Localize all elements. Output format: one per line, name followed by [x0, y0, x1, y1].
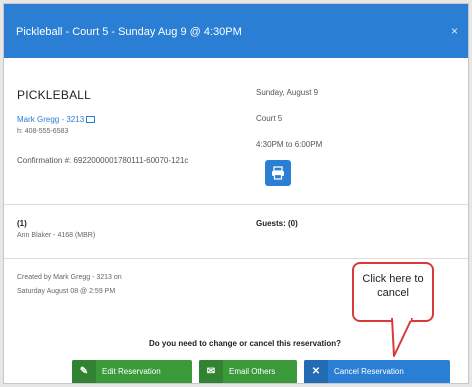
created-by: Created by Mark Gregg - 3213 on — [17, 274, 122, 281]
email-icon[interactable] — [86, 116, 96, 124]
reservation-court: Court 5 — [256, 114, 283, 123]
reservation-date: Sunday, August 9 — [256, 88, 319, 97]
x-icon: ✕ — [304, 360, 328, 383]
guests-label: Guests: (0) — [256, 219, 298, 228]
callout-line-1: Click here to — [362, 273, 424, 285]
participant-member: Ann Blaker - 4168 (MBR) — [17, 232, 96, 239]
owner-link[interactable]: Mark Gregg - 3213 — [17, 115, 96, 124]
cancel-callout: Click here to cancel — [352, 262, 434, 322]
callout-pointer — [391, 318, 413, 357]
close-icon[interactable]: × — [451, 24, 458, 38]
confirmation-number: Confirmation #: 6922000001780111-60070-1… — [17, 156, 189, 165]
reservation-time: 4:30PM to 6:00PM — [256, 140, 323, 149]
envelope-icon: ✉ — [199, 360, 223, 383]
edit-reservation-label: Edit Reservation — [102, 367, 161, 376]
cancel-reservation-button[interactable]: ✕ Cancel Reservation — [304, 360, 450, 383]
pencil-icon: ✎ — [72, 360, 96, 383]
reservation-name: PICKLEBALL — [17, 88, 92, 102]
created-date: Saturday August 08 @ 2:59 PM — [17, 288, 116, 295]
printer-icon — [272, 166, 284, 180]
section-divider — [4, 204, 468, 205]
email-others-button[interactable]: ✉ Email Others — [199, 360, 297, 383]
cancel-reservation-label: Cancel Reservation — [334, 367, 404, 376]
owner-link-label[interactable]: Mark Gregg - 3213 — [17, 115, 84, 124]
edit-reservation-button[interactable]: ✎ Edit Reservation — [72, 360, 192, 383]
callout-line-2: cancel — [377, 287, 409, 299]
owner-phone: h: 408-555-6583 — [17, 128, 69, 135]
print-button[interactable] — [265, 160, 291, 186]
section-divider — [4, 258, 468, 259]
dialog-title: Pickleball - Court 5 - Sunday Aug 9 @ 4:… — [16, 26, 242, 38]
email-others-label: Email Others — [229, 367, 276, 376]
change-prompt: Do you need to change or cancel this res… — [149, 339, 342, 348]
participant-count: (1) — [17, 219, 27, 228]
dialog-titlebar: Pickleball - Court 5 - Sunday Aug 9 @ 4:… — [4, 4, 468, 58]
